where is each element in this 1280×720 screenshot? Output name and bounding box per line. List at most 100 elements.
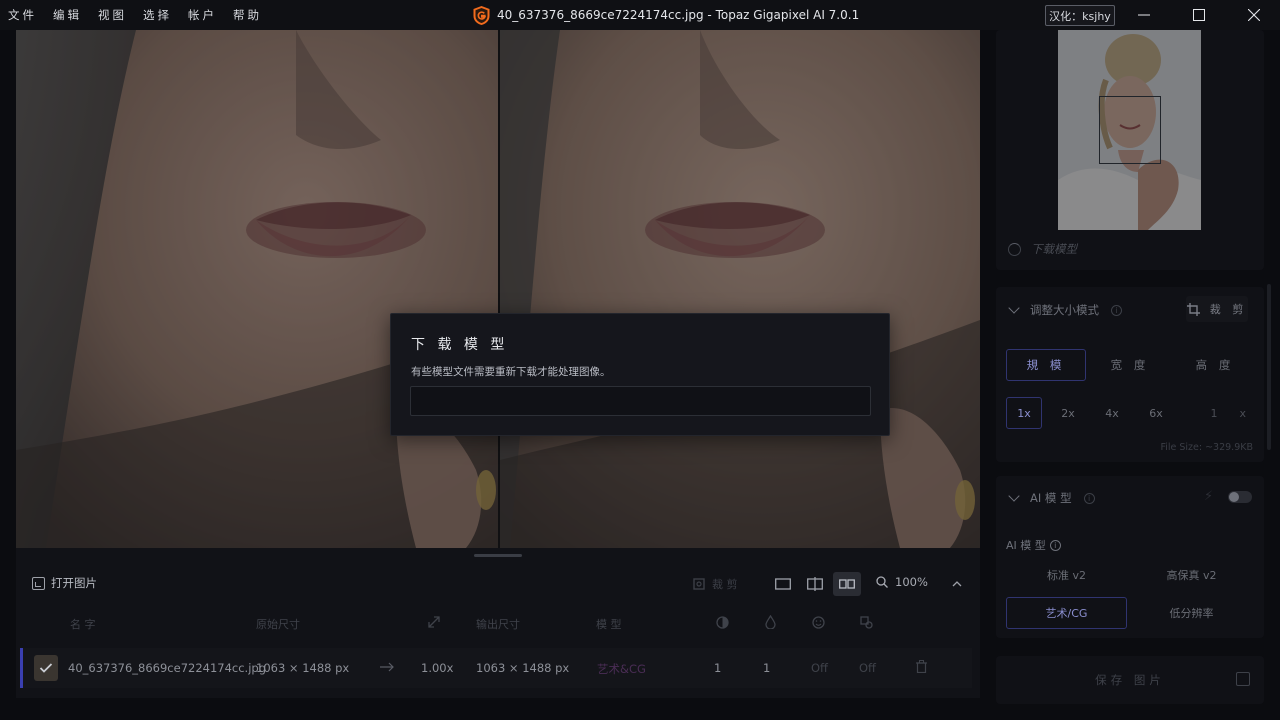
mode-scale-button[interactable]: 規 模 — [1006, 349, 1086, 381]
resize-mode-header[interactable]: 调整大小模式 i — [1008, 302, 1122, 318]
custom-scale-value: 1 — [1210, 406, 1218, 420]
zoom-icon — [876, 576, 888, 588]
scale-4x-button[interactable]: 4x — [1094, 397, 1130, 429]
scale-1x-button[interactable]: 1x — [1006, 397, 1042, 429]
menu-account[interactable]: 帐户 — [188, 7, 217, 23]
single-view-icon — [775, 578, 791, 590]
column-name[interactable]: 名 字 — [70, 616, 96, 632]
chevron-up-icon — [952, 581, 962, 587]
mode-width-button[interactable]: 宽 度 — [1090, 349, 1170, 381]
download-status-label: 下载模型 — [1031, 242, 1077, 256]
locale-badge: 汉化：ksjhy — [1045, 5, 1115, 26]
crop-toolbar-button[interactable]: 裁 剪 — [692, 574, 748, 594]
zoom-level: 100% — [895, 575, 928, 589]
info-icon[interactable]: i — [1049, 539, 1061, 551]
download-model-dialog: 下 载 模 型 有些模型文件需要重新下载才能处理图像。 — [390, 313, 890, 436]
row-denoise: 1 — [714, 661, 722, 675]
check-icon — [39, 663, 53, 673]
ai-model-toggle[interactable] — [1228, 491, 1252, 503]
info-icon[interactable]: i — [1111, 304, 1122, 316]
maximize-icon[interactable] — [1176, 0, 1222, 30]
ai-model-title: AI 模 型 — [1030, 491, 1072, 505]
open-image-label: 打开图片 — [51, 576, 97, 590]
color-correction-icon — [860, 616, 873, 629]
crop-button-label: 裁 剪 — [1209, 303, 1248, 316]
arrow-right-icon — [380, 662, 394, 672]
chevron-down-icon — [1008, 302, 1020, 314]
navigator-viewport-box[interactable] — [1099, 96, 1161, 164]
mode-height-button[interactable]: 高 度 — [1175, 349, 1255, 381]
menu-file[interactable]: 文件 — [8, 7, 37, 23]
ai-model-subtitle: AI 模 型 — [1006, 539, 1046, 552]
info-icon[interactable]: i — [1083, 492, 1095, 504]
window-title-group: 40_637376_8669ce7224174cc.jpg - Topaz Gi… — [472, 0, 859, 30]
ai-model-subheader: AI 模 型 i — [1006, 537, 1061, 553]
row-model: 艺术&CG — [597, 662, 646, 676]
chevron-down-icon — [1008, 490, 1020, 502]
minimize-icon[interactable] — [1121, 0, 1167, 30]
row-original-size: 1063 × 1488 px — [256, 661, 350, 675]
dialog-title: 下 载 模 型 — [411, 337, 509, 353]
sharpen-drop-icon — [765, 615, 776, 629]
zoom-control[interactable]: 100% — [876, 575, 928, 589]
crop-toolbar-label: 裁 剪 — [712, 578, 738, 591]
collapse-panel-button[interactable] — [946, 572, 968, 596]
model-standard-button[interactable]: 标准 v2 — [1006, 559, 1127, 591]
save-image-button[interactable]: 保存 图片 — [996, 656, 1264, 704]
crop-button[interactable]: 裁 剪 — [1186, 296, 1248, 322]
save-settings-icon[interactable] — [1236, 672, 1250, 686]
face-icon — [812, 616, 825, 629]
open-image-button[interactable]: 打开图片 — [32, 575, 97, 591]
model-art-cg-button[interactable]: 艺术/CG — [1006, 597, 1127, 629]
window-title: 40_637376_8669ce7224174cc.jpg - Topaz Gi… — [497, 8, 860, 22]
side-by-side-button[interactable] — [833, 572, 861, 596]
menu-bar: 文件 编辑 视图 选择 帐户 帮助 — [0, 0, 278, 30]
resize-mode-title: 调整大小模式 — [1030, 303, 1099, 317]
crop-icon — [1186, 302, 1200, 316]
gigapixel-logo-icon — [473, 5, 490, 25]
settings-scrollbar[interactable] — [1267, 284, 1271, 450]
modal-overlay — [16, 30, 980, 548]
side-by-side-icon — [839, 579, 855, 589]
menu-select[interactable]: 选择 — [143, 7, 172, 23]
row-thumbnail — [34, 655, 58, 681]
dialog-message: 有些模型文件需要重新下载才能处理图像。 — [411, 366, 611, 378]
split-view-button[interactable] — [801, 572, 829, 596]
split-view-icon — [807, 577, 823, 591]
scale-6x-button[interactable]: 6x — [1138, 397, 1174, 429]
menu-view[interactable]: 视图 — [98, 7, 127, 23]
image-preview[interactable] — [16, 30, 980, 548]
row-output-size: 1063 × 1488 px — [476, 661, 570, 675]
crop-icon — [693, 578, 705, 590]
denoise-icon — [716, 616, 729, 629]
trash-icon[interactable] — [916, 660, 927, 673]
column-output-size[interactable]: 输出尺寸 — [476, 616, 520, 632]
close-icon[interactable] — [1231, 0, 1277, 30]
column-original-size[interactable]: 原始尺寸 — [256, 616, 300, 632]
row-face: Off — [811, 661, 828, 675]
row-sharpen: 1 — [763, 661, 771, 675]
file-size-estimate: File Size: ~329.9KB — [1160, 442, 1253, 453]
model-low-res-button[interactable]: 低分辨率 — [1131, 597, 1252, 629]
loading-spinner-icon — [1008, 242, 1021, 256]
single-view-button[interactable] — [769, 572, 797, 596]
image-icon — [32, 576, 45, 590]
ai-model-header[interactable]: AI 模 型 i — [1008, 490, 1095, 506]
lightning-icon: ⚡ — [1204, 489, 1214, 504]
model-download-status: 下载模型 — [1008, 241, 1077, 257]
panel-resize-handle[interactable] — [474, 554, 522, 557]
row-file-name: 40_637376_8669ce7224174cc.jpg — [68, 661, 267, 675]
row-color: Off — [859, 661, 876, 675]
custom-scale-input[interactable]: 1 x — [1182, 397, 1254, 429]
custom-scale-unit: x — [1239, 406, 1246, 420]
download-progress-bar — [410, 386, 871, 416]
row-scale: 1.00x — [421, 661, 454, 675]
menu-help[interactable]: 帮助 — [233, 7, 262, 23]
title-bar: 文件 编辑 视图 选择 帐户 帮助 40_637376_8669ce722417… — [0, 0, 1280, 30]
expand-arrows-icon — [428, 616, 440, 628]
model-high-fidelity-button[interactable]: 高保真 v2 — [1131, 559, 1252, 591]
menu-edit[interactable]: 编辑 — [53, 7, 82, 23]
column-model[interactable]: 模 型 — [596, 616, 622, 632]
save-image-label: 保存 图片 — [1095, 673, 1165, 687]
scale-2x-button[interactable]: 2x — [1050, 397, 1086, 429]
